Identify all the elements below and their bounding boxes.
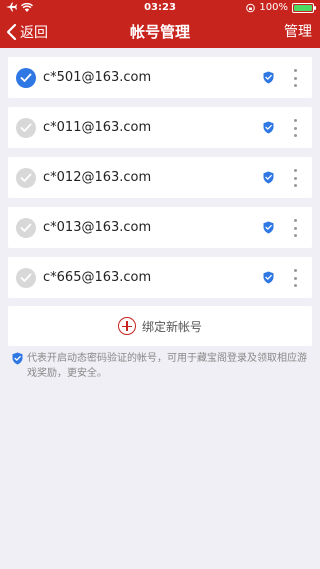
checkmark-icon	[20, 223, 32, 232]
shield-check-icon	[12, 352, 23, 365]
account-item[interactable]: c*012@163.com	[8, 157, 312, 198]
battery-percent: 100%	[259, 2, 288, 13]
account-email: c*011@163.com	[43, 120, 152, 135]
security-note: 代表开启动态密码验证的帐号，可用于藏宝阁登录及领取相应游戏奖励，更安全。	[12, 351, 312, 381]
checkmark-icon	[20, 173, 32, 182]
selection-checkbox[interactable]	[16, 268, 36, 288]
account-email: c*501@163.com	[43, 70, 152, 85]
more-vertical-icon[interactable]	[291, 169, 299, 187]
status-bar: 03:23 100%	[0, 0, 320, 16]
more-vertical-icon[interactable]	[291, 119, 299, 137]
selection-checkbox[interactable]	[16, 168, 36, 188]
shield-check-icon	[263, 121, 274, 134]
checkmark-icon	[20, 123, 32, 132]
shield-check-icon	[263, 171, 274, 184]
plus-circle-icon	[117, 317, 136, 335]
account-email: c*013@163.com	[43, 220, 152, 235]
more-vertical-icon[interactable]	[291, 219, 299, 237]
account-item[interactable]: c*501@163.com	[8, 57, 312, 98]
account-item[interactable]: c*665@163.com	[8, 257, 312, 298]
checkmark-icon	[20, 73, 32, 82]
account-item[interactable]: c*013@163.com	[8, 207, 312, 248]
selection-checkbox[interactable]	[16, 218, 36, 238]
orientation-lock-icon	[246, 3, 256, 12]
checkmark-icon	[20, 273, 32, 282]
more-vertical-icon[interactable]	[291, 69, 299, 87]
bind-new-account-button[interactable]: 绑定新帐号	[8, 306, 312, 346]
account-item[interactable]: c*011@163.com	[8, 107, 312, 148]
selection-checkbox[interactable]	[16, 118, 36, 138]
page-title: 帐号管理	[129, 23, 190, 41]
security-note-text: 代表开启动态密码验证的帐号，可用于藏宝阁登录及领取相应游戏奖励，更安全。	[27, 353, 307, 379]
manage-button[interactable]: 管理	[284, 16, 312, 48]
battery-fill	[294, 4, 312, 11]
account-list: c*501@163.com c*011@163.com c*012@163.co…	[8, 57, 312, 307]
shield-check-icon	[263, 271, 274, 284]
bind-new-account-label: 绑定新帐号	[141, 319, 202, 334]
status-right: 100%	[246, 2, 316, 13]
battery-icon	[292, 2, 316, 13]
shield-check-icon	[263, 71, 274, 84]
account-email: c*665@163.com	[43, 270, 152, 285]
selection-checkbox[interactable]	[16, 68, 36, 88]
account-email: c*012@163.com	[43, 170, 152, 185]
nav-bar: 返回 帐号管理 管理	[0, 16, 320, 48]
more-vertical-icon[interactable]	[291, 269, 299, 287]
shield-check-icon	[263, 221, 274, 234]
